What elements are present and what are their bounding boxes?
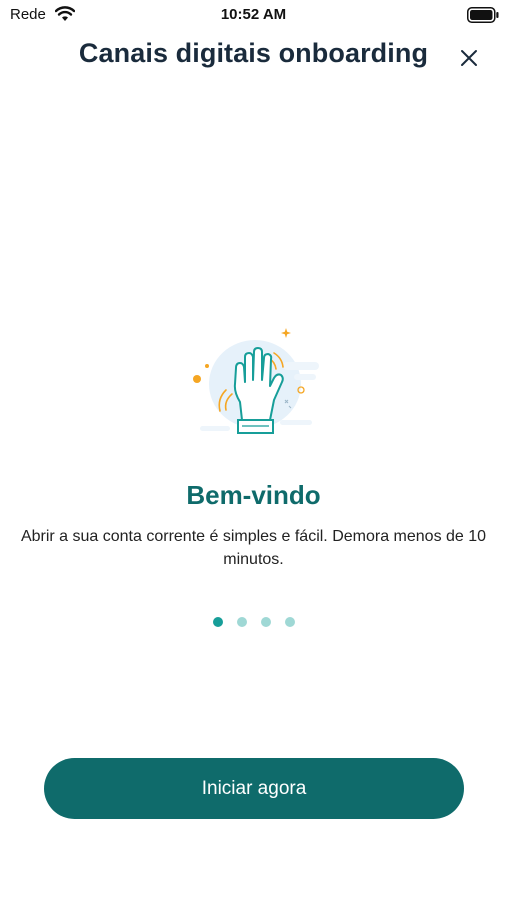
close-icon bbox=[461, 50, 477, 66]
page-dot-1[interactable] bbox=[212, 617, 223, 627]
start-now-button[interactable]: Iniciar agora bbox=[44, 758, 464, 819]
battery-icon bbox=[467, 7, 499, 23]
status-bar: Rede 10:52 AM bbox=[0, 0, 507, 30]
close-button[interactable] bbox=[455, 44, 483, 72]
page-indicator[interactable] bbox=[0, 615, 507, 629]
page-dot-3[interactable] bbox=[260, 617, 271, 627]
status-time: 10:52 AM bbox=[220, 6, 287, 23]
onboarding-screen: Rede 10:52 AM Canais digitais onboarding bbox=[0, 0, 507, 900]
welcome-description: Abrir a sua conta corrente é simples e f… bbox=[20, 528, 487, 568]
waving-hand-icon bbox=[188, 322, 324, 440]
welcome-title: Bem-vindo bbox=[186, 480, 321, 510]
page-dot-4[interactable] bbox=[284, 617, 295, 627]
page-title: Canais digitais onboarding bbox=[78, 38, 429, 68]
page-dot-2[interactable] bbox=[236, 617, 247, 627]
